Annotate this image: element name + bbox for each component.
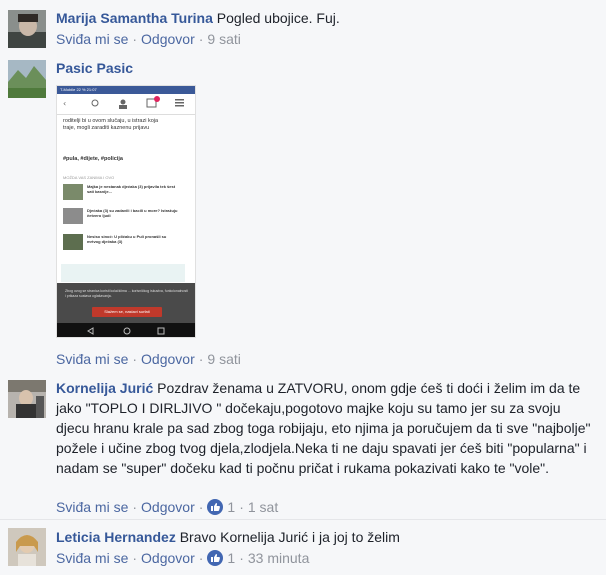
related-item: Djećaka (3) su zadavili i bacili u more?… bbox=[63, 208, 183, 230]
reply-button[interactable]: Odgovor bbox=[141, 499, 195, 515]
phone-status-bar: T-Mobile 22 % 21:07 bbox=[57, 86, 195, 94]
related-item: Nesiso sinoć: U plićaku u Puli pronašli … bbox=[63, 234, 183, 256]
cookie-banner: Zbog ovog se stranica koristi kolačićima… bbox=[57, 283, 195, 323]
article-tags: #pula, #dijete, #policija bbox=[63, 156, 123, 162]
avatar[interactable] bbox=[8, 10, 46, 48]
accept-cookies-button: Slažem se, nastavi surfati bbox=[92, 307, 162, 317]
like-button[interactable]: Sviđa mi se bbox=[56, 351, 128, 367]
phone-nav-bar bbox=[57, 323, 195, 337]
like-icon[interactable] bbox=[207, 550, 224, 566]
comment-text: Bravo Kornelija Jurić i ja joj to želim bbox=[179, 529, 400, 545]
like-button[interactable]: Sviđa mi se bbox=[56, 499, 128, 515]
comment-time[interactable]: 33 minuta bbox=[248, 550, 309, 566]
like-button[interactable]: Sviđa mi se bbox=[56, 550, 128, 566]
like-button[interactable]: Sviđa mi se bbox=[56, 31, 128, 47]
like-count[interactable]: 1 bbox=[227, 550, 235, 566]
ad-banner bbox=[61, 264, 185, 282]
svg-text:‹: ‹ bbox=[63, 99, 66, 108]
comment-time[interactable]: 1 sat bbox=[248, 499, 278, 515]
like-count[interactable]: 1 bbox=[227, 499, 235, 515]
comment-time[interactable]: 9 sati bbox=[207, 31, 240, 47]
reply-button[interactable]: Odgovor bbox=[141, 31, 195, 47]
comment-time[interactable]: 9 sati bbox=[207, 351, 240, 367]
comment-author[interactable]: Pasic Pasic bbox=[56, 60, 133, 76]
comment-author[interactable]: Leticia Hernandez bbox=[56, 529, 176, 545]
reply-button[interactable]: Odgovor bbox=[141, 351, 195, 367]
reply-button[interactable]: Odgovor bbox=[141, 550, 195, 566]
like-icon[interactable] bbox=[207, 499, 224, 515]
phone-tab-bar: ‹ bbox=[57, 94, 195, 115]
avatar[interactable] bbox=[8, 60, 46, 98]
related-section-title: MOŽDA VAS ZANIMA I OVO bbox=[63, 175, 115, 180]
comment-author[interactable]: Marija Samantha Turina bbox=[56, 10, 213, 26]
attached-screenshot[interactable]: T-Mobile 22 % 21:07 ‹ roditelji bi u ovo… bbox=[56, 85, 196, 338]
avatar[interactable] bbox=[8, 528, 46, 566]
avatar[interactable] bbox=[8, 380, 46, 418]
divider bbox=[0, 519, 606, 520]
article-text: roditelji bi u ovom slučaju, u istrazi k… bbox=[63, 118, 159, 131]
comment-text: Pogled ubojice. Fuj. bbox=[216, 10, 340, 26]
related-item: Majka je nestanak djećaka (3) prijavila … bbox=[63, 184, 183, 206]
comment-author[interactable]: Kornelija Jurić bbox=[56, 380, 153, 396]
